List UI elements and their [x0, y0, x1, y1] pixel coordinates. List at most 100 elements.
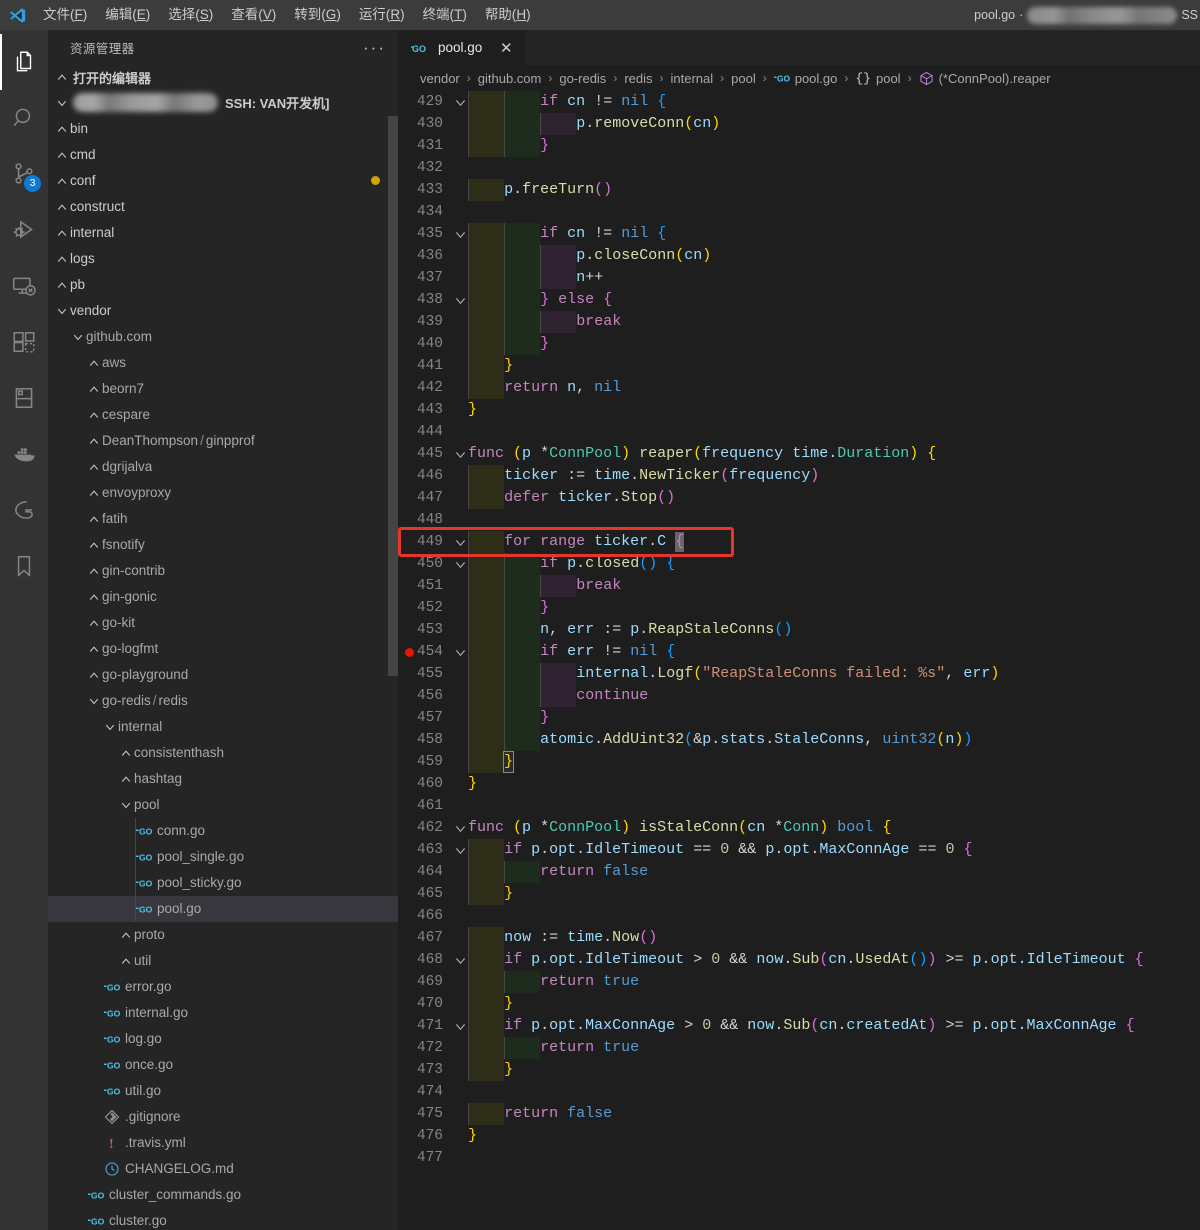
activity-bar-item-go[interactable]	[0, 482, 48, 538]
menu-item-2[interactable]: 选择(S)	[159, 0, 222, 30]
activity-bar-item-search[interactable]	[0, 90, 48, 146]
menu-item-6[interactable]: 终端(T)	[414, 0, 476, 30]
tree-file-row[interactable]: GO pool.go	[48, 895, 398, 922]
code-text[interactable]: p.removeConn(cn)	[468, 113, 720, 135]
code-text[interactable]: }	[468, 355, 513, 377]
code-text[interactable]: }	[468, 597, 549, 619]
tree-file-row[interactable]: GO error.go	[48, 974, 398, 1000]
code-text[interactable]: if err != nil {	[468, 641, 675, 663]
tree-folder-row[interactable]: fsnotify	[48, 532, 398, 558]
code-line[interactable]: 450 if p.closed() {	[398, 553, 1200, 575]
menu-item-4[interactable]: 转到(G)	[285, 0, 350, 30]
tree-folder-row[interactable]: aws	[48, 350, 398, 376]
code-line[interactable]: 434	[398, 201, 1200, 223]
code-line[interactable]: 460}	[398, 773, 1200, 795]
activity-bar-item-source-control[interactable]: 3	[0, 146, 48, 202]
tree-folder-row[interactable]: proto	[48, 922, 398, 948]
tree-folder-row[interactable]: construct	[48, 194, 398, 220]
code-line[interactable]: 449 for range ticker.C {	[398, 531, 1200, 553]
code-line[interactable]: 454 if err != nil {	[398, 641, 1200, 663]
activity-bar-item-run-and-debug[interactable]	[0, 202, 48, 258]
tree-file-row[interactable]: GO cluster_commands.go	[48, 1182, 398, 1208]
code-line[interactable]: 440 }	[398, 333, 1200, 355]
fold-chevron-down-icon[interactable]	[452, 1021, 468, 1032]
code-text[interactable]: }	[468, 399, 477, 421]
fold-chevron-down-icon[interactable]	[452, 537, 468, 548]
code-text[interactable]: if p.opt.IdleTimeout > 0 && now.Sub(cn.U…	[468, 949, 1144, 971]
code-line[interactable]: 452 }	[398, 597, 1200, 619]
tree-folder-row[interactable]: gin-contrib	[48, 558, 398, 584]
code-line[interactable]: 430 p.removeConn(cn)	[398, 113, 1200, 135]
tree-folder-row[interactable]: go-redis / redis	[48, 688, 398, 714]
code-text[interactable]: if cn != nil {	[468, 223, 666, 245]
tree-folder-row[interactable]: consistenthash	[48, 740, 398, 766]
code-line[interactable]: 442 return n, nil	[398, 377, 1200, 399]
tree-folder-row[interactable]: util	[48, 948, 398, 974]
code-line[interactable]: 443}	[398, 399, 1200, 421]
code-line[interactable]: 457 }	[398, 707, 1200, 729]
menu-item-7[interactable]: 帮助(H)	[476, 0, 540, 30]
activity-bar-item-bookmarks[interactable]	[0, 538, 48, 594]
code-text[interactable]: }	[468, 333, 549, 355]
tree-folder-row[interactable]: conf	[48, 168, 398, 194]
code-text[interactable]: return false	[468, 1103, 612, 1125]
code-line[interactable]: 444	[398, 421, 1200, 443]
code-text[interactable]: }	[468, 1059, 513, 1081]
tree-file-row[interactable]: CHANGELOG.md	[48, 1156, 398, 1182]
code-lines[interactable]: 429 if cn != nil {430 p.removeConn(cn) 43…	[398, 91, 1200, 1230]
tree-file-row[interactable]: .gitignore	[48, 1104, 398, 1130]
tree-folder-row[interactable]: github.com	[48, 324, 398, 350]
code-line[interactable]: 471 if p.opt.MaxConnAge > 0 && now.Sub(c…	[398, 1015, 1200, 1037]
code-text[interactable]: }	[468, 1125, 477, 1147]
code-line[interactable]: 429 if cn != nil {	[398, 91, 1200, 113]
breadcrumb-item-1[interactable]: github.com	[476, 71, 544, 86]
breakpoint-indicator[interactable]	[405, 648, 414, 657]
code-line[interactable]: 446 ticker := time.NewTicker(frequency)	[398, 465, 1200, 487]
breadcrumb-item-0[interactable]: vendor	[418, 71, 462, 86]
tree-folder-row[interactable]: internal	[48, 220, 398, 246]
code-line[interactable]: 461	[398, 795, 1200, 817]
tree-folder-row[interactable]: vendor	[48, 298, 398, 324]
fold-chevron-down-icon[interactable]	[452, 295, 468, 306]
code-line[interactable]: 470 }	[398, 993, 1200, 1015]
code-line[interactable]: 437 n++	[398, 267, 1200, 289]
code-text[interactable]: break	[468, 311, 621, 333]
tree-folder-row[interactable]: bin	[48, 116, 398, 142]
code-line[interactable]: 455 internal.Logf("ReapStaleConns failed…	[398, 663, 1200, 685]
menu-item-5[interactable]: 运行(R)	[350, 0, 414, 30]
code-text[interactable]: func (p *ConnPool) reaper(frequency time…	[468, 443, 936, 465]
workspace-root-row[interactable]: SSH: VAN开发机]	[48, 89, 398, 116]
fold-chevron-down-icon[interactable]	[452, 823, 468, 834]
code-text[interactable]: break	[468, 575, 621, 597]
code-text[interactable]: }	[468, 883, 513, 905]
code-line[interactable]: 469 return true	[398, 971, 1200, 993]
code-text[interactable]: if p.opt.IdleTimeout == 0 && p.opt.MaxCo…	[468, 839, 972, 861]
menu-item-3[interactable]: 查看(V)	[222, 0, 285, 30]
menu-bar[interactable]: 文件(F) 编辑(E) 选择(S) 查看(V) 转到(G) 运行(R) 终端(T) 帮助(H)	[34, 0, 540, 30]
code-line[interactable]: 453 n, err := p.ReapStaleConns()	[398, 619, 1200, 641]
code-text[interactable]: }	[468, 773, 477, 795]
file-tree[interactable]: bin cmd conf construct internal logs pb vendor g…	[48, 115, 398, 1230]
fold-chevron-down-icon[interactable]	[452, 559, 468, 570]
tree-folder-row[interactable]: go-logfmt	[48, 636, 398, 662]
close-icon[interactable]: ✕	[496, 38, 516, 58]
code-editor[interactable]: 429 if cn != nil {430 p.removeConn(cn) 43…	[398, 91, 1200, 1230]
code-text[interactable]: for range ticker.C {	[468, 531, 685, 553]
activity-bar-item-database[interactable]	[0, 370, 48, 426]
tree-file-row[interactable]: GO once.go	[48, 1052, 398, 1078]
breadcrumb-item-7[interactable]: {} pool	[853, 71, 902, 86]
code-text[interactable]: func (p *ConnPool) isStaleConn(cn *Conn)…	[468, 817, 891, 839]
tree-folder-row[interactable]: pool	[48, 792, 398, 818]
activity-bar-item-remote-explorer[interactable]	[0, 258, 48, 314]
sidebar-scrollbar[interactable]	[388, 115, 398, 676]
activity-bar-item-extensions[interactable]	[0, 314, 48, 370]
fold-chevron-down-icon[interactable]	[452, 955, 468, 966]
code-line[interactable]: 466	[398, 905, 1200, 927]
code-line[interactable]: 462 func (p *ConnPool) isStaleConn(cn *Co…	[398, 817, 1200, 839]
code-line[interactable]: 468 if p.opt.IdleTimeout > 0 && now.Sub(…	[398, 949, 1200, 971]
code-line[interactable]: 459 }	[398, 751, 1200, 773]
code-line[interactable]: 477	[398, 1147, 1200, 1169]
open-editors-section[interactable]: 打开的编辑器	[48, 65, 398, 90]
code-line[interactable]: 447 defer ticker.Stop()	[398, 487, 1200, 509]
code-line[interactable]: 439 break	[398, 311, 1200, 333]
